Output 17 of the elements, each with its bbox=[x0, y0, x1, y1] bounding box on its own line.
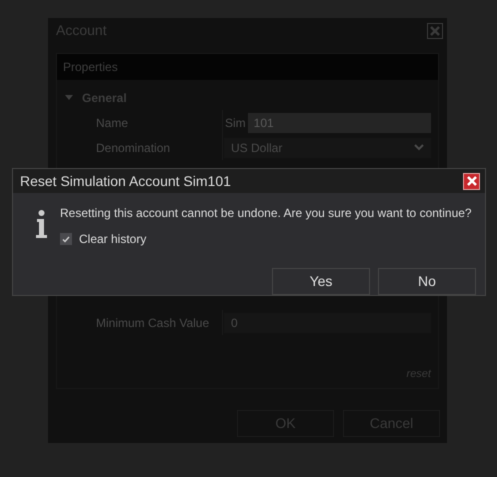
section-header: Properties bbox=[57, 54, 438, 80]
property-label: Denomination bbox=[95, 140, 172, 156]
checkbox[interactable] bbox=[60, 233, 72, 245]
dialog-message: Resetting this account cannot be undone. Are you sure you want to continue? bbox=[60, 205, 472, 222]
checkbox-label: Clear history bbox=[79, 231, 146, 248]
chevron-down-icon bbox=[414, 144, 424, 151]
dialog-button[interactable]: No bbox=[378, 268, 476, 295]
close-button[interactable] bbox=[463, 172, 480, 190]
dialog-button[interactable]: Yes bbox=[272, 268, 370, 295]
dialog-title: Reset Simulation Account Sim101 bbox=[20, 172, 231, 190]
close-icon bbox=[430, 26, 440, 36]
property-label: Minimum Cash Value bbox=[95, 314, 210, 332]
property-label: Name bbox=[95, 114, 130, 132]
name-prefix: Sim bbox=[225, 114, 246, 132]
close-icon bbox=[466, 176, 476, 186]
info-icon bbox=[36, 210, 47, 238]
check-icon bbox=[62, 236, 70, 242]
